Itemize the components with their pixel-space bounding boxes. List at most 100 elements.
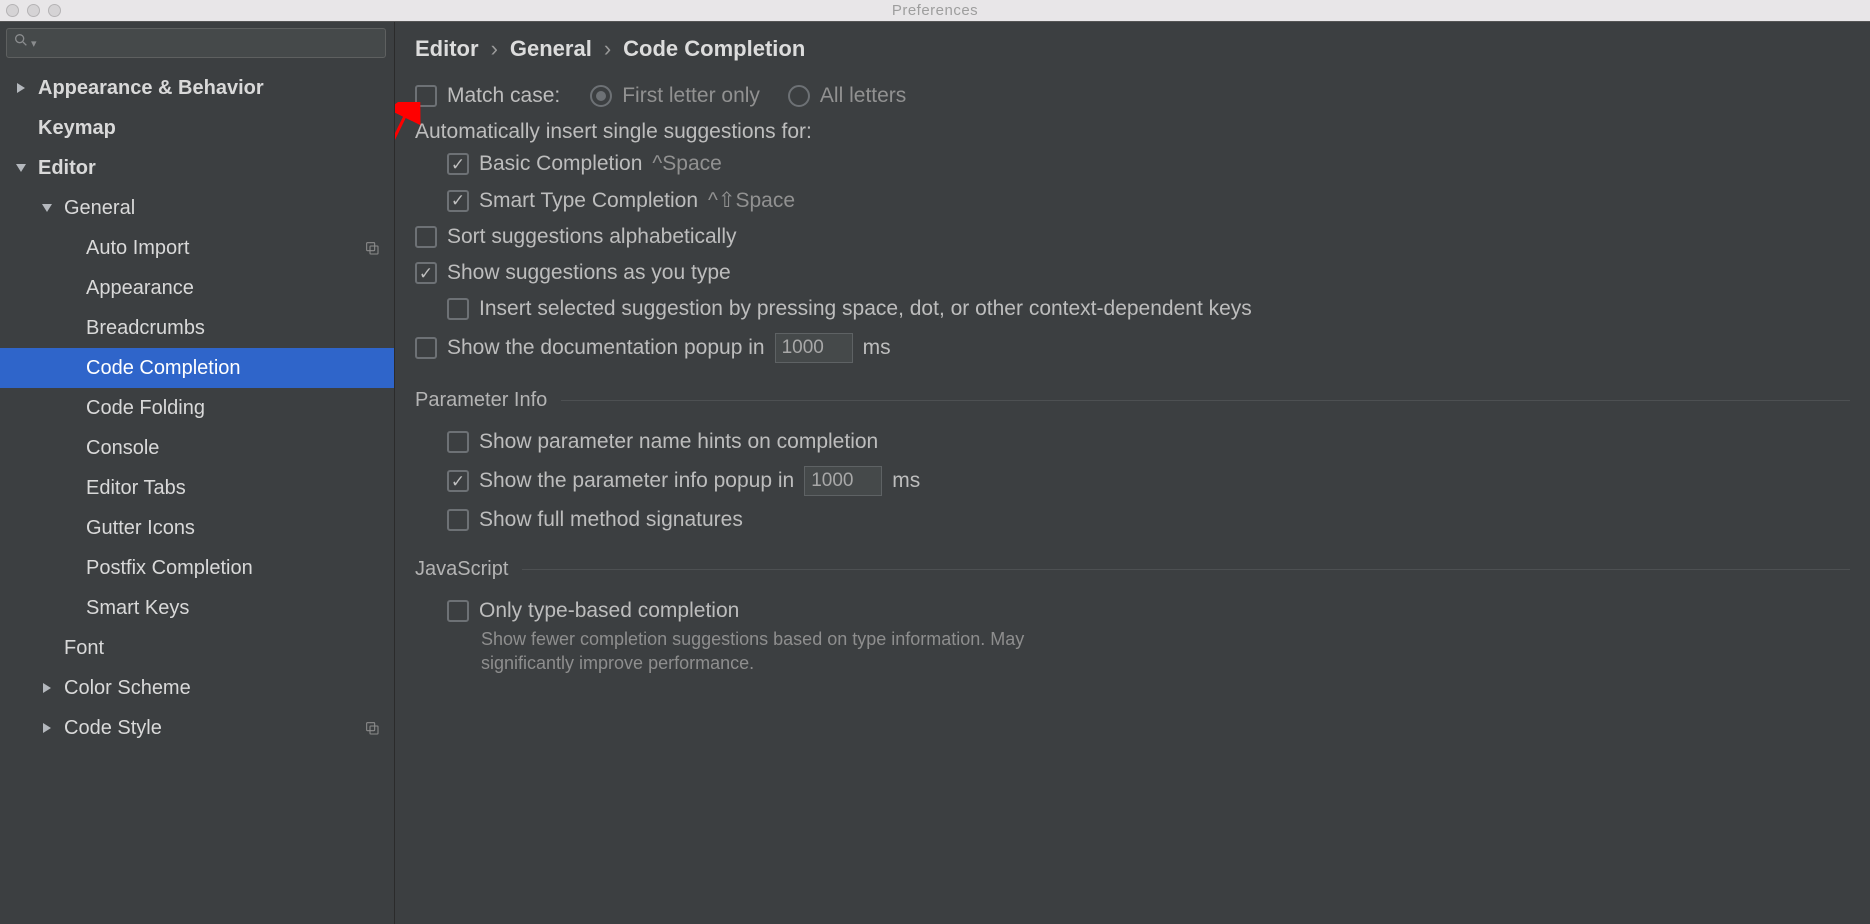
sidebar-item-code-completion[interactable]: Code Completion [0, 348, 394, 388]
divider [561, 400, 1850, 401]
sidebar-item-label: Smart Keys [86, 597, 189, 620]
sort-alpha-row: Sort suggestions alphabetically [415, 225, 1850, 249]
sidebar-item-label: Color Scheme [64, 677, 191, 700]
basic-completion-shortcut: ^Space [652, 152, 721, 176]
parameter-info-section: Parameter Info [415, 389, 1850, 412]
sidebar-item-label: Code Style [64, 717, 162, 740]
breadcrumb-item[interactable]: Editor [415, 36, 479, 62]
chevron-right-icon: › [491, 36, 498, 62]
sidebar-item-color-scheme[interactable]: Color Scheme [0, 668, 394, 708]
sidebar-item-auto-import[interactable]: Auto Import [0, 228, 394, 268]
search-input[interactable]: ▾ [6, 28, 386, 58]
breadcrumb: Editor › General › Code Completion [415, 36, 1850, 62]
insert-by-space-label: Insert selected suggestion by pressing s… [479, 297, 1252, 321]
sidebar-item-gutter-icons[interactable]: Gutter Icons [0, 508, 394, 548]
search-icon [13, 32, 29, 54]
sidebar-item-label: Appearance [86, 277, 194, 300]
full-sig-checkbox[interactable] [447, 509, 469, 531]
sidebar-item-keymap[interactable]: Keymap [0, 108, 394, 148]
match-case-row: Match case: First letter only All letter… [415, 84, 1850, 108]
sidebar-item-code-folding[interactable]: Code Folding [0, 388, 394, 428]
insert-by-space-checkbox[interactable] [447, 298, 469, 320]
scope-icon [364, 240, 380, 262]
sidebar-item-label: Postfix Completion [86, 557, 253, 580]
param-popup-input[interactable] [804, 466, 882, 496]
search-wrap: ▾ [0, 22, 394, 64]
sidebar-item-label: Gutter Icons [86, 517, 195, 540]
sidebar-item-editor[interactable]: Editor [0, 148, 394, 188]
breadcrumb-item[interactable]: General [510, 36, 592, 62]
sidebar-item-label: Breadcrumbs [86, 317, 205, 340]
parameter-info-heading: Parameter Info [415, 389, 547, 412]
basic-completion-row: Basic Completion ^Space [447, 152, 1850, 176]
sidebar-item-label: Font [64, 637, 104, 660]
doc-popup-label-post: ms [863, 336, 891, 360]
sidebar-item-code-style[interactable]: Code Style [0, 708, 394, 748]
chevron-down-icon: ▾ [31, 37, 37, 50]
auto-insert-heading: Automatically insert single suggestions … [415, 120, 1850, 144]
javascript-heading: JavaScript [415, 558, 508, 581]
doc-popup-checkbox[interactable] [415, 337, 437, 359]
smart-completion-shortcut: ^⇧Space [708, 188, 795, 213]
sidebar-item-editor-tabs[interactable]: Editor Tabs [0, 468, 394, 508]
match-case-checkbox[interactable] [415, 85, 437, 107]
insert-by-space-row: Insert selected suggestion by pressing s… [447, 297, 1850, 321]
basic-completion-checkbox[interactable] [447, 153, 469, 175]
smart-completion-checkbox[interactable] [447, 190, 469, 212]
sidebar-item-general[interactable]: General [0, 188, 394, 228]
show-suggestions-checkbox[interactable] [415, 262, 437, 284]
sidebar-item-console[interactable]: Console [0, 428, 394, 468]
type-based-note: Show fewer completion suggestions based … [481, 627, 1121, 676]
param-popup-label-pre: Show the parameter info popup in [479, 469, 794, 493]
sidebar-item-font[interactable]: Font [0, 628, 394, 668]
first-letter-radio[interactable] [590, 85, 612, 107]
sidebar-item-postfix-completion[interactable]: Postfix Completion [0, 548, 394, 588]
sidebar-item-label: Code Completion [86, 357, 241, 380]
sidebar-item-label: Appearance & Behavior [38, 77, 264, 100]
first-letter-label: First letter only [622, 84, 760, 108]
type-based-label: Only type-based completion [479, 599, 739, 623]
annotation-arrow-icon [395, 102, 855, 412]
sidebar-item-appearance[interactable]: Appearance [0, 268, 394, 308]
sidebar-item-label: Auto Import [86, 237, 189, 260]
type-based-checkbox[interactable] [447, 600, 469, 622]
all-letters-radio[interactable] [788, 85, 810, 107]
scope-icon [364, 720, 380, 742]
all-letters-label: All letters [820, 84, 906, 108]
breadcrumb-item: Code Completion [623, 36, 805, 62]
sidebar-item-label: Keymap [38, 117, 116, 140]
disclosure-open-icon[interactable] [40, 201, 54, 215]
settings-tree: Appearance & Behavior Keymap Editor General… [0, 64, 394, 924]
sidebar-item-label: Editor Tabs [86, 477, 186, 500]
show-suggestions-row: Show suggestions as you type [415, 261, 1850, 285]
sidebar-item-appearance-behavior[interactable]: Appearance & Behavior [0, 68, 394, 108]
param-name-hints-checkbox[interactable] [447, 431, 469, 453]
sort-alpha-label: Sort suggestions alphabetically [447, 225, 737, 249]
doc-popup-input[interactable] [775, 333, 853, 363]
chevron-right-icon: › [604, 36, 611, 62]
full-sig-row: Show full method signatures [447, 508, 1850, 532]
sidebar-item-label: Code Folding [86, 397, 205, 420]
smart-completion-row: Smart Type Completion ^⇧Space [447, 188, 1850, 213]
disclosure-open-icon[interactable] [14, 161, 28, 175]
disclosure-closed-icon[interactable] [40, 681, 54, 695]
param-popup-checkbox[interactable] [447, 470, 469, 492]
divider [522, 569, 1850, 570]
show-suggestions-label: Show suggestions as you type [447, 261, 731, 285]
sidebar-item-label: Console [86, 437, 159, 460]
javascript-section: JavaScript [415, 558, 1850, 581]
sidebar-item-label: General [64, 197, 135, 220]
sidebar-item-smart-keys[interactable]: Smart Keys [0, 588, 394, 628]
match-case-label: Match case: [447, 84, 560, 108]
doc-popup-label-pre: Show the documentation popup in [447, 336, 765, 360]
sort-alpha-checkbox[interactable] [415, 226, 437, 248]
settings-content: Editor › General › Code Completion Match… [395, 22, 1870, 924]
disclosure-closed-icon[interactable] [40, 721, 54, 735]
sidebar-item-label: Editor [38, 157, 96, 180]
type-based-row: Only type-based completion [447, 599, 1850, 623]
basic-completion-label: Basic Completion [479, 152, 642, 176]
doc-popup-row: Show the documentation popup in ms [415, 333, 1850, 363]
disclosure-closed-icon[interactable] [14, 81, 28, 95]
sidebar-item-breadcrumbs[interactable]: Breadcrumbs [0, 308, 394, 348]
param-popup-row: Show the parameter info popup in ms [447, 466, 1850, 496]
